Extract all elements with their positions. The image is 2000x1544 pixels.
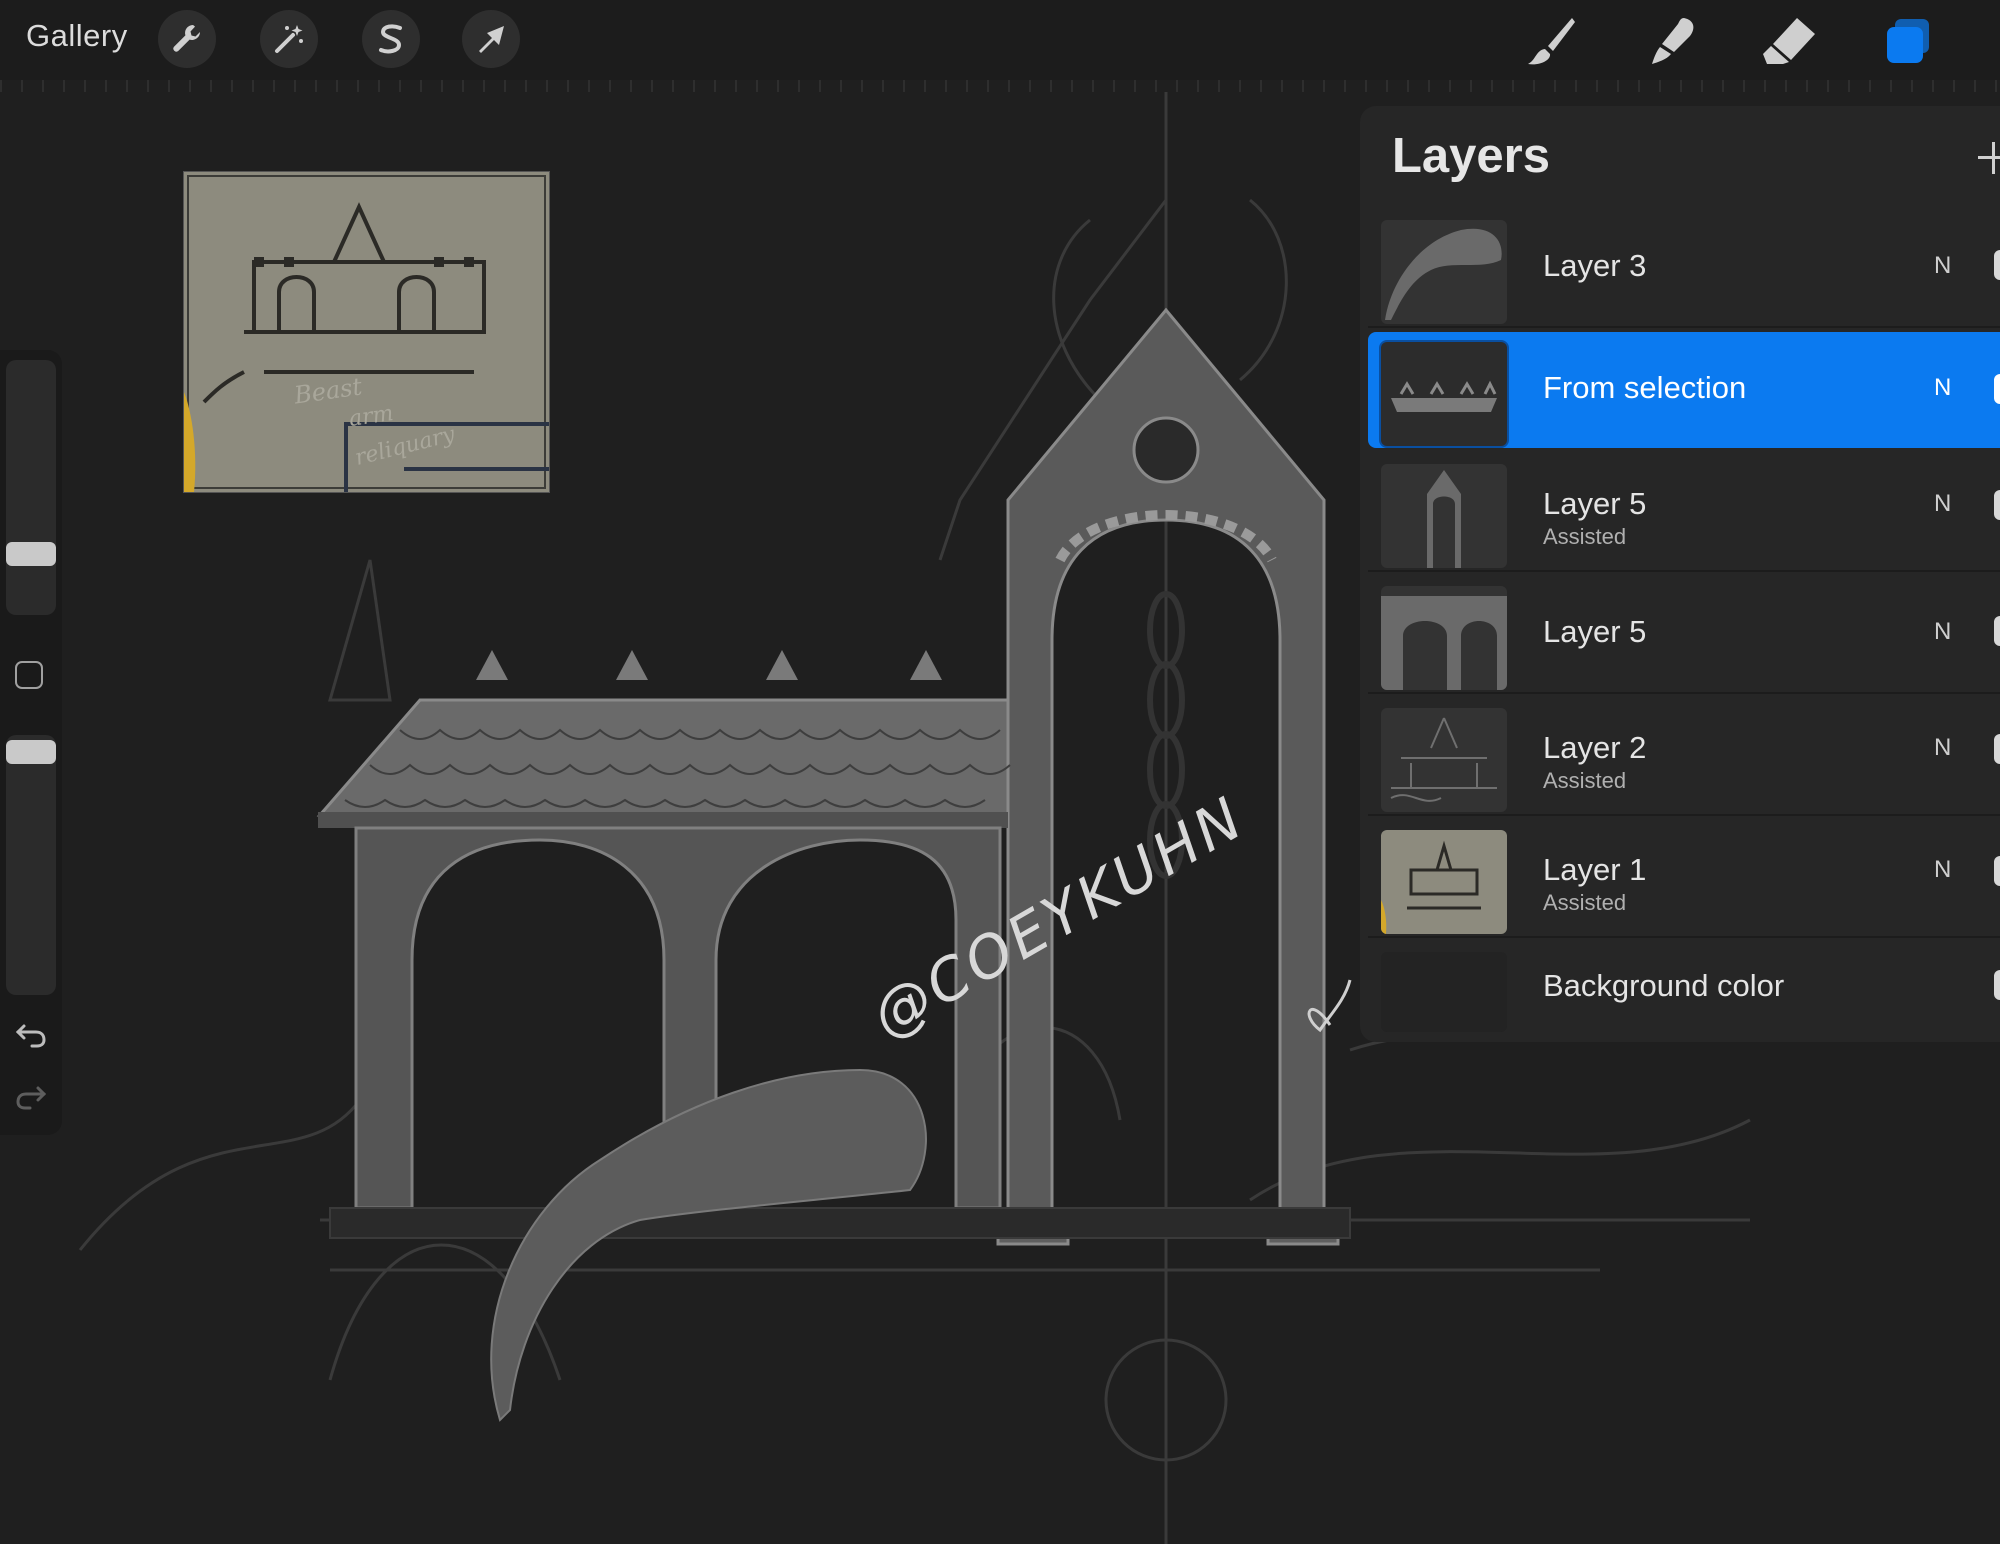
layer-thumbnail: [1381, 830, 1507, 934]
plus-icon[interactable]: [1978, 138, 2000, 178]
layer-name: Layer 5: [1543, 614, 1647, 649]
eraser-button[interactable]: [1758, 10, 1820, 72]
blend-mode-button[interactable]: N: [1934, 856, 1951, 884]
transform-button[interactable]: [462, 10, 520, 68]
redo-icon[interactable]: [14, 1078, 48, 1112]
layer-row[interactable]: Layer 5 Assisted N: [1368, 454, 2000, 572]
layers-icon: [1887, 19, 1929, 63]
layer-thumbnail: [1381, 586, 1507, 690]
gallery-button[interactable]: Gallery: [26, 18, 128, 54]
base-plinth: [329, 1207, 1351, 1239]
eraser-icon: [1763, 18, 1815, 64]
layer-subtitle: Assisted: [1543, 768, 1627, 793]
arrow-cursor-icon: [479, 26, 504, 53]
reference-image[interactable]: Beast arm reliquary: [184, 172, 549, 492]
opacity-slider[interactable]: [6, 735, 56, 995]
scaled-roof: [316, 650, 1011, 828]
brush-size-slider[interactable]: [6, 360, 56, 615]
wrench-icon: [173, 25, 200, 52]
layers-panel: Layers Layer 3 N From selection N Layer …: [1360, 106, 2000, 1042]
layers-button[interactable]: [1878, 10, 1940, 72]
blend-mode-button[interactable]: N: [1934, 252, 1951, 280]
selection-s-icon: [379, 24, 402, 54]
layer-subtitle: Assisted: [1543, 890, 1627, 915]
modify-button[interactable]: [15, 661, 43, 689]
layer-row[interactable]: Layer 2 Assisted N: [1368, 698, 2000, 816]
opacity-handle[interactable]: [6, 740, 56, 764]
layer-name: Layer 2: [1543, 730, 1647, 765]
layer-thumbnail: [1381, 464, 1507, 568]
visibility-checkbox[interactable]: [1994, 616, 2000, 646]
layer-name: Layer 5: [1543, 486, 1647, 521]
smudge-button[interactable]: [1640, 10, 1702, 72]
layer-name: Layer 3: [1543, 248, 1647, 283]
layer-name: Layer 1: [1543, 852, 1647, 887]
brush-icon: [1528, 18, 1575, 65]
background-color-row[interactable]: Background color: [1368, 942, 2000, 1042]
layer-name: Background color: [1543, 968, 1785, 1003]
layer-row[interactable]: Layer 3 N: [1368, 210, 2000, 328]
visibility-checkbox[interactable]: [1994, 734, 2000, 764]
brush-button[interactable]: [1520, 10, 1582, 72]
visibility-checkbox[interactable]: [1994, 490, 2000, 520]
visibility-checkbox[interactable]: [1994, 970, 2000, 1000]
layer-thumbnail: [1381, 708, 1507, 812]
magic-wand-icon: [275, 25, 303, 53]
actions-button[interactable]: [158, 10, 216, 68]
layer-row[interactable]: Layer 1 Assisted N: [1368, 820, 2000, 938]
layer-row-selected[interactable]: From selection N: [1368, 332, 2000, 448]
layer-thumbnail: [1381, 342, 1507, 446]
tall-arch: [996, 307, 1340, 1246]
undo-icon[interactable]: [14, 1016, 48, 1050]
brush-size-handle[interactable]: [6, 542, 56, 566]
left-sidebar: [0, 350, 62, 1135]
layers-panel-title: Layers: [1392, 129, 1551, 183]
visibility-checkbox[interactable]: [1994, 250, 2000, 280]
layer-subtitle: Assisted: [1543, 524, 1627, 549]
layer-row[interactable]: Layer 5 N: [1368, 576, 2000, 694]
blend-mode-button[interactable]: N: [1934, 490, 1951, 518]
background-color-swatch[interactable]: [1381, 952, 1507, 1032]
visibility-checkbox[interactable]: [1994, 374, 2000, 404]
selection-button[interactable]: [362, 10, 420, 68]
smudge-icon: [1652, 18, 1694, 64]
layer-name: From selection: [1543, 370, 1747, 405]
visibility-checkbox[interactable]: [1994, 856, 2000, 886]
top-ruler: [0, 80, 2000, 92]
adjustments-button[interactable]: [260, 10, 318, 68]
top-toolbar: Gallery: [0, 0, 2000, 80]
blend-mode-button[interactable]: N: [1934, 374, 1951, 402]
blend-mode-button[interactable]: N: [1934, 734, 1951, 762]
layer-thumbnail: [1381, 220, 1507, 324]
blend-mode-button[interactable]: N: [1934, 618, 1951, 646]
